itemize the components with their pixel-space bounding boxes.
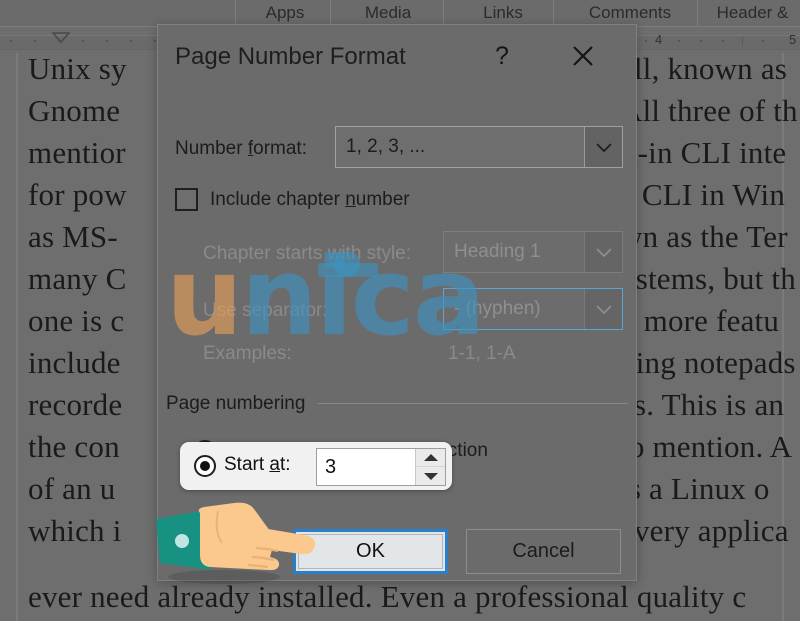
document-text-line: many C	[28, 261, 127, 296]
document-text-line: recorde	[28, 387, 123, 422]
start-at-label: Start at:	[224, 454, 291, 475]
ribbon-divider	[330, 0, 331, 26]
spinner-buttons[interactable]	[415, 449, 445, 485]
examples-value: 1-1, 1-A	[448, 343, 516, 364]
document-text-line: Gnome	[28, 93, 121, 128]
ok-button-label: OK	[356, 540, 385, 562]
page-number-format-dialog[interactable]: Page Number Format ? Number format: 1, 2…	[157, 24, 637, 581]
page-left-edge	[16, 53, 18, 621]
use-separator-combobox: - (hyphen)	[443, 288, 623, 330]
document-text-line: es. This is an	[620, 387, 785, 422]
chevron-down-icon[interactable]	[584, 127, 622, 167]
document-text-line: as MS-	[28, 219, 118, 254]
dialog-body: Number format: 1, 2, 3, ... Include chap…	[158, 88, 636, 581]
document-text-line: d more featu	[620, 303, 780, 338]
document-text-line: is a Linux o	[620, 471, 770, 506]
cancel-button[interactable]: Cancel	[466, 529, 621, 574]
document-text-line: which i	[28, 513, 122, 548]
start-at-radio[interactable]	[194, 455, 216, 477]
examples-label: Examples:	[203, 343, 292, 364]
first-line-indent-marker[interactable]	[52, 32, 70, 43]
chevron-down-icon	[584, 232, 622, 272]
ribbon-divider	[443, 0, 444, 26]
document-text-line: Unix sy	[28, 51, 127, 86]
document-text-line: All three of th	[620, 93, 798, 128]
chapter-style-label: Chapter starts with style:	[203, 243, 412, 264]
document-text-line: wn as the Ter	[620, 219, 788, 254]
ribbon-bar: Apps Media Links Comments Header &	[0, 0, 800, 27]
number-format-value: 1, 2, 3, ...	[346, 136, 426, 157]
ok-button[interactable]: OK	[293, 529, 448, 574]
cancel-button-label: Cancel	[512, 540, 575, 562]
document-text-line: the con	[28, 429, 120, 464]
ruler-number-5: 5	[789, 32, 797, 47]
ribbon-divider	[697, 0, 698, 26]
include-chapter-number-checkbox[interactable]	[175, 188, 198, 211]
help-question-icon[interactable]: ?	[487, 39, 517, 73]
document-text-line: ystems, but th	[620, 261, 796, 296]
chapter-style-combobox: Heading 1	[443, 231, 623, 273]
document-text-line: one is c	[28, 303, 125, 338]
start-at-value[interactable]: 3	[317, 449, 415, 485]
chapter-style-value: Heading 1	[454, 241, 541, 262]
group-divider	[318, 403, 628, 404]
ribbon-group-comments[interactable]: Comments	[565, 2, 695, 24]
include-chapter-number-label: Include chapter number	[210, 189, 410, 210]
document-text-line: of an u	[28, 471, 116, 506]
chevron-down-icon[interactable]	[416, 467, 445, 485]
number-format-combobox[interactable]: 1, 2, 3, ...	[335, 126, 623, 168]
use-separator-value: - (hyphen)	[454, 298, 541, 319]
ruler-number-4: 4	[655, 32, 663, 47]
ribbon-divider	[235, 0, 236, 26]
ribbon-divider	[553, 0, 554, 26]
document-text-line: to mention. A	[620, 429, 793, 464]
chevron-up-icon[interactable]	[416, 449, 445, 467]
ribbon-group-header[interactable]: Header &	[705, 2, 800, 24]
document-text-line: include	[28, 345, 121, 380]
ribbon-group-apps[interactable]: Apps	[240, 2, 330, 24]
document-text-line-bottom: ever need already installed. Even a prof…	[28, 579, 747, 614]
ribbon-group-media[interactable]: Media	[340, 2, 436, 24]
document-text-line: e CLI in Win	[620, 177, 786, 212]
document-text-line: mentior	[28, 135, 126, 170]
page-numbering-group-label: Page numbering	[166, 393, 306, 414]
document-text-line: ding notepads	[620, 345, 796, 380]
document-text-line: lt-in CLI inte	[620, 135, 787, 170]
ribbon-group-links[interactable]: Links	[455, 2, 551, 24]
document-text-line: for pow	[28, 177, 127, 212]
document-text-line: every applica	[620, 513, 789, 548]
document-text-line: ell, known as	[620, 51, 788, 86]
dialog-title: Page Number Format	[175, 43, 406, 70]
start-at-spinner[interactable]: 3	[316, 448, 446, 486]
chevron-down-icon	[584, 289, 622, 329]
use-separator-label: Use separator:	[203, 300, 328, 321]
number-format-label: Number format:	[175, 138, 307, 159]
close-x-icon[interactable]	[566, 39, 600, 73]
screenshot-root: Apps Media Links Comments Header & 4 5 U…	[0, 0, 800, 621]
